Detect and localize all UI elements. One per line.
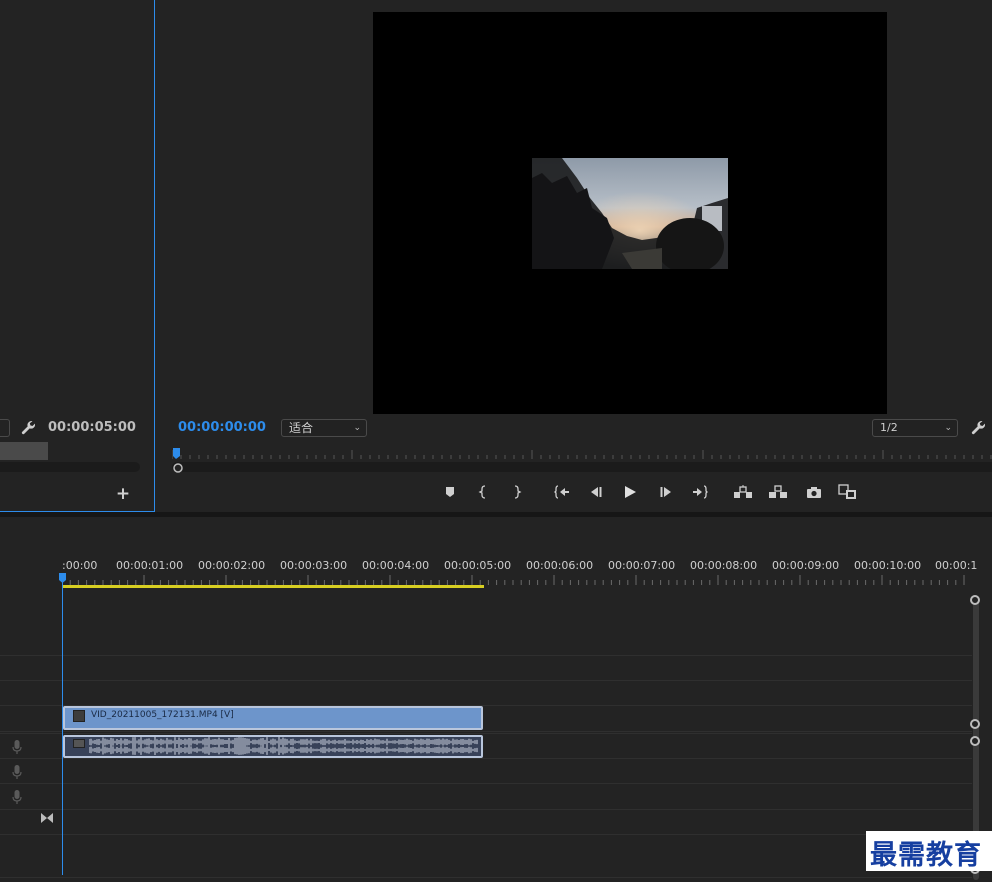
go-to-in-icon (554, 485, 569, 499)
playhead-handle-icon[interactable] (172, 462, 184, 474)
mark-in-button[interactable] (472, 480, 496, 504)
fit-select-value: 适合 (289, 421, 314, 435)
program-video-canvas[interactable] (373, 12, 887, 414)
source-monitor-panel[interactable]: 00:00:05:00 + (0, 0, 155, 512)
marker-icon (446, 487, 454, 497)
timeline-panel: :00:00 00:00:01:00 00:00:02:00 00:00:03:… (0, 517, 992, 882)
track-divider (0, 733, 972, 734)
play-icon (625, 486, 636, 498)
compare-icon (838, 484, 856, 499)
track-divider (0, 783, 972, 784)
scroll-handle[interactable] (970, 719, 980, 729)
program-timecode[interactable]: 00:00:00:00 (178, 420, 266, 435)
watermark-text: 最需教育 (870, 840, 982, 871)
ruler-label: 00:00:08:00 (690, 559, 758, 572)
audio-clip[interactable] (63, 735, 483, 758)
program-scrub-bar[interactable] (172, 462, 992, 472)
chevron-down-icon: ⌄ (353, 423, 361, 433)
premiere-workspace: 00:00:05:00 + 00:00:00:00 适合 ⌄ 1/2 ⌄:00… (0, 0, 992, 882)
video-clip-label: VID_20211005_172131.MP4 [V] (91, 710, 234, 720)
ruler-label: 00:00:09:00 (772, 559, 840, 572)
scroll-handle-top[interactable] (970, 595, 980, 605)
mark-in-icon (478, 485, 486, 499)
microphone-icon[interactable] (11, 764, 23, 780)
step-back-button[interactable] (584, 480, 608, 504)
playhead-marker-icon[interactable] (59, 573, 66, 583)
compare-view-button[interactable] (836, 480, 860, 504)
source-scrub-bar[interactable] (0, 462, 140, 472)
ruler-label: 00:00:05:00 (444, 559, 512, 572)
export-frame-button[interactable] (802, 480, 826, 504)
audio-waveform (89, 737, 478, 755)
go-to-out-icon (693, 485, 708, 499)
ruler-label: 00:00:1 (935, 559, 978, 572)
fx-badge-icon (73, 710, 85, 722)
add-marker-button[interactable] (438, 480, 462, 504)
step-forward-button[interactable] (654, 480, 678, 504)
source-zoom-dropdown[interactable] (0, 419, 10, 437)
ruler-label: 00:00:10:00 (854, 559, 922, 572)
timeline-playhead[interactable] (62, 575, 63, 875)
fx-badge-icon (73, 739, 85, 748)
fit-select[interactable]: 适合 ⌄ (281, 419, 367, 437)
track-divider (0, 731, 972, 732)
track-divider (0, 758, 972, 759)
program-settings-wrench-icon[interactable] (970, 419, 988, 437)
ruler-label: 00:00:01:00 (116, 559, 184, 572)
play-button[interactable] (618, 480, 642, 504)
microphone-icon[interactable] (11, 789, 23, 805)
chevron-down-icon: ⌄ (944, 423, 952, 433)
master-link-icon[interactable] (40, 812, 54, 824)
ruler-label: 00:00:02:00 (198, 559, 266, 572)
program-monitor-panel: 00:00:00:00 适合 ⌄ 1/2 ⌄ (160, 0, 992, 512)
track-divider (0, 809, 972, 810)
source-settings-wrench-icon[interactable] (20, 419, 38, 437)
ruler-label: :00:00 (62, 559, 98, 572)
lift-button[interactable] (731, 480, 755, 504)
ruler-label: 00:00:06:00 (526, 559, 594, 572)
work-area-bar[interactable] (63, 585, 484, 588)
video-frame-image (532, 158, 728, 269)
source-duration: 00:00:05:00 (48, 420, 136, 435)
video-clip[interactable]: VID_20211005_172131.MP4 [V] (63, 706, 483, 730)
microphone-icon[interactable] (11, 739, 23, 755)
scroll-handle[interactable] (970, 736, 980, 746)
mark-out-icon (514, 485, 522, 499)
track-divider (0, 877, 972, 878)
ruler-label: 00:00:03:00 (280, 559, 348, 572)
source-ruler-bar (0, 442, 48, 460)
resolution-select-value: 1/2 (880, 421, 898, 434)
mark-out-button[interactable] (504, 480, 528, 504)
source-add-button[interactable]: + (115, 484, 131, 504)
extract-icon (769, 485, 787, 498)
ruler-label: 00:00:04:00 (362, 559, 430, 572)
video-clip-body: VID_20211005_172131.MP4 [V] (65, 708, 481, 728)
resolution-select[interactable]: 1/2 ⌄ (872, 419, 958, 437)
watermark-logo: 最需教育 (866, 831, 992, 871)
lift-icon (734, 485, 752, 498)
track-divider (0, 655, 972, 656)
audio-clip-body (65, 737, 481, 756)
go-to-out-button[interactable] (688, 480, 712, 504)
extract-button[interactable] (766, 480, 790, 504)
timeline-ruler-labels: :00:00 00:00:01:00 00:00:02:00 00:00:03:… (62, 559, 977, 573)
camera-icon (807, 486, 821, 498)
ruler-label: 00:00:07:00 (608, 559, 676, 572)
step-back-icon (591, 487, 602, 497)
go-to-in-button[interactable] (550, 480, 574, 504)
track-divider (0, 834, 972, 835)
step-forward-icon (660, 487, 671, 497)
track-divider (0, 680, 972, 681)
